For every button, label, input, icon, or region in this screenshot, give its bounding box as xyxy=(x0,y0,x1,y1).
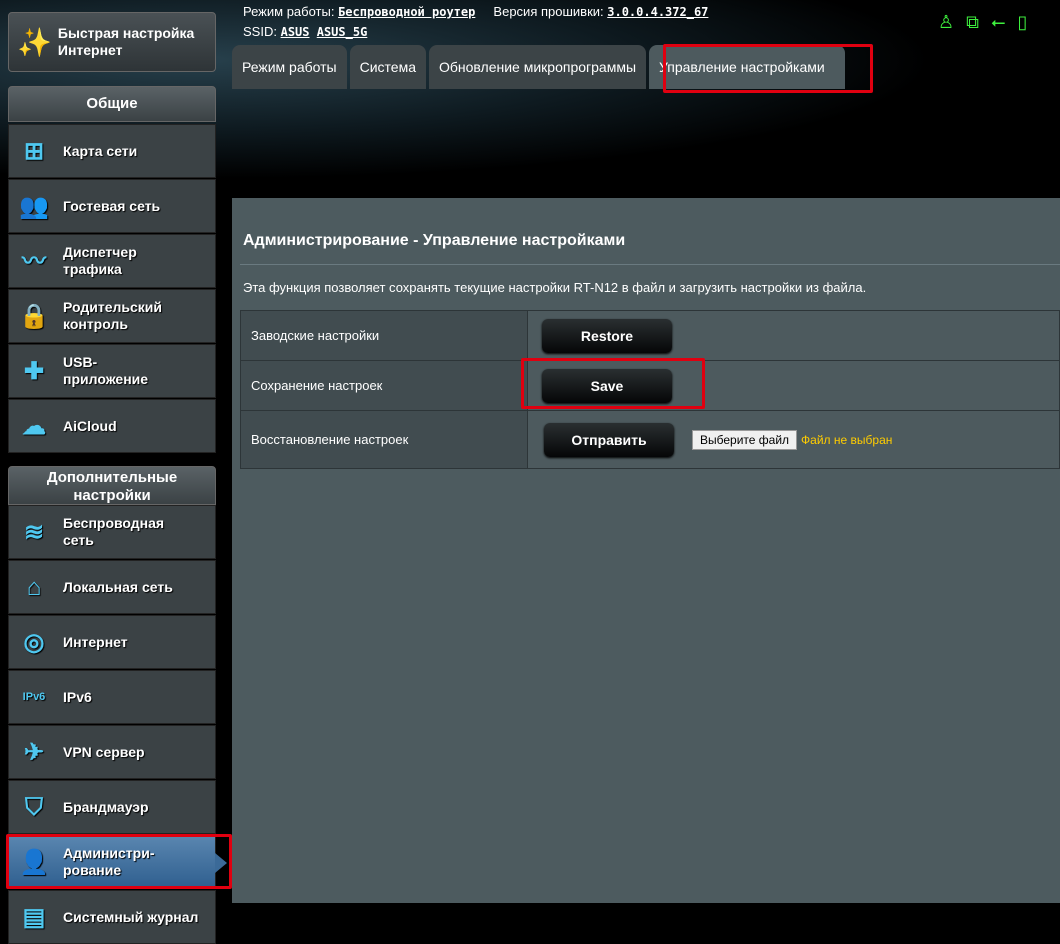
sidebar-item-ipv6[interactable]: IPv6 IPv6 xyxy=(8,670,216,724)
log-icon: ▤ xyxy=(22,903,46,931)
status-icons: ♙ ⧉ ⭠ ▯ xyxy=(938,12,1027,33)
row-label: Восстановление настроек xyxy=(240,410,528,469)
ssid-link-2[interactable]: ASUS_5G xyxy=(317,25,368,39)
puzzle-icon: ✚ xyxy=(23,357,45,385)
ssid-link-1[interactable]: ASUS xyxy=(281,25,310,39)
general-header: Общие xyxy=(8,86,216,122)
header-info-row2: SSID: ASUS ASUS_5G xyxy=(243,24,368,39)
file-status: Файл не выбран xyxy=(801,432,893,447)
shield-icon: ⛉ xyxy=(25,793,43,821)
page-description: Эта функция позволяет сохранять текущие … xyxy=(243,280,867,295)
sidebar-item-vpn[interactable]: ✈ VPN сервер xyxy=(8,725,216,779)
header-info-row1: Режим работы: Беспроводной роутер Версия… xyxy=(243,4,709,19)
sidebar-item-traffic-manager[interactable]: 〰 Диспетчер трафика xyxy=(8,234,216,288)
firmware-version-link[interactable]: 3.0.0.4.372_67 xyxy=(607,5,708,19)
home-icon: ⌂ xyxy=(26,573,42,601)
devices-status-icon[interactable]: ⧉ xyxy=(966,12,979,33)
sidebar-item-parental-control[interactable]: 🔒 Родительский контроль xyxy=(8,289,216,343)
sidebar-item-aicloud[interactable]: ☁ AiCloud xyxy=(8,399,216,453)
row-label: Заводские настройки xyxy=(240,310,528,361)
main-panel: Администрирование - Управление настройка… xyxy=(232,198,1060,903)
table-row: Восстановление настроек Отправить Выберите… xyxy=(240,410,1060,469)
table-row: Заводские настройки Restore xyxy=(240,310,1060,361)
divider xyxy=(240,264,1060,265)
sidebar-item-firewall[interactable]: ⛉ Брандмауэр xyxy=(8,780,216,834)
tab-system[interactable]: Система xyxy=(349,45,426,89)
advanced-header: Дополнительные настройки xyxy=(8,466,216,505)
sidebar-item-administration[interactable]: 👤 Администри-рование xyxy=(8,835,227,889)
quick-setup-button[interactable]: ✨ Быстрая настройка Интернет xyxy=(8,12,216,72)
page-title: Администрирование - Управление настройка… xyxy=(243,232,626,249)
sidebar-item-guest-network[interactable]: 👥 Гостевая сеть xyxy=(8,179,216,233)
tab-operation-mode[interactable]: Режим работы xyxy=(232,45,347,89)
cloud-icon: ☁ xyxy=(22,412,46,440)
sidebar-item-network-map[interactable]: ⊞ Карта сети xyxy=(8,124,216,178)
save-button[interactable]: Save xyxy=(542,368,672,403)
settings-table: Заводские настройки Restore Сохранение на… xyxy=(240,310,1060,469)
wifi-icon: ≋ xyxy=(23,518,45,546)
traffic-manager-icon: 〰 xyxy=(22,247,46,275)
client-status-icon[interactable]: ♙ xyxy=(938,12,954,33)
sidebar-item-lan[interactable]: ⌂ Локальная сеть xyxy=(8,560,216,614)
vpn-icon: ✈ xyxy=(23,738,45,766)
sidebar-item-wireless[interactable]: ≋ Беспроводная сеть xyxy=(8,505,216,559)
tab-firmware-upgrade[interactable]: Обновление микропрограммы xyxy=(429,45,647,89)
user-icon: 👤 xyxy=(19,848,49,876)
globe-icon: ◎ xyxy=(23,628,45,656)
sidebar-item-internet[interactable]: ◎ Интернет xyxy=(8,615,216,669)
storage-status-icon[interactable]: ▯ xyxy=(1017,12,1027,33)
lock-icon: 🔒 xyxy=(19,302,49,330)
magic-wand-icon: ✨ xyxy=(17,26,52,58)
guest-network-icon: 👥 xyxy=(19,192,49,220)
upload-button[interactable]: Отправить xyxy=(544,422,674,457)
sidebar-item-system-log[interactable]: ▤ Системный журнал xyxy=(8,890,216,944)
tab-settings-management[interactable]: Управление настройками xyxy=(649,45,846,89)
choose-file-button[interactable]: Выберите файл xyxy=(692,429,798,450)
tab-bar: Режим работы Система Обновление микропро… xyxy=(232,45,846,89)
ipv6-icon: IPv6 xyxy=(22,690,46,703)
table-row: Сохранение настроек Save xyxy=(240,360,1060,411)
row-label: Сохранение настроек xyxy=(240,360,528,411)
usb-status-icon[interactable]: ⭠ xyxy=(991,12,1005,33)
sidebar-item-usb-app[interactable]: ✚ USB-приложение xyxy=(8,344,216,398)
network-map-icon: ⊞ xyxy=(23,137,45,165)
operation-mode-link[interactable]: Беспроводной роутер xyxy=(338,5,475,19)
restore-button[interactable]: Restore xyxy=(542,318,672,353)
